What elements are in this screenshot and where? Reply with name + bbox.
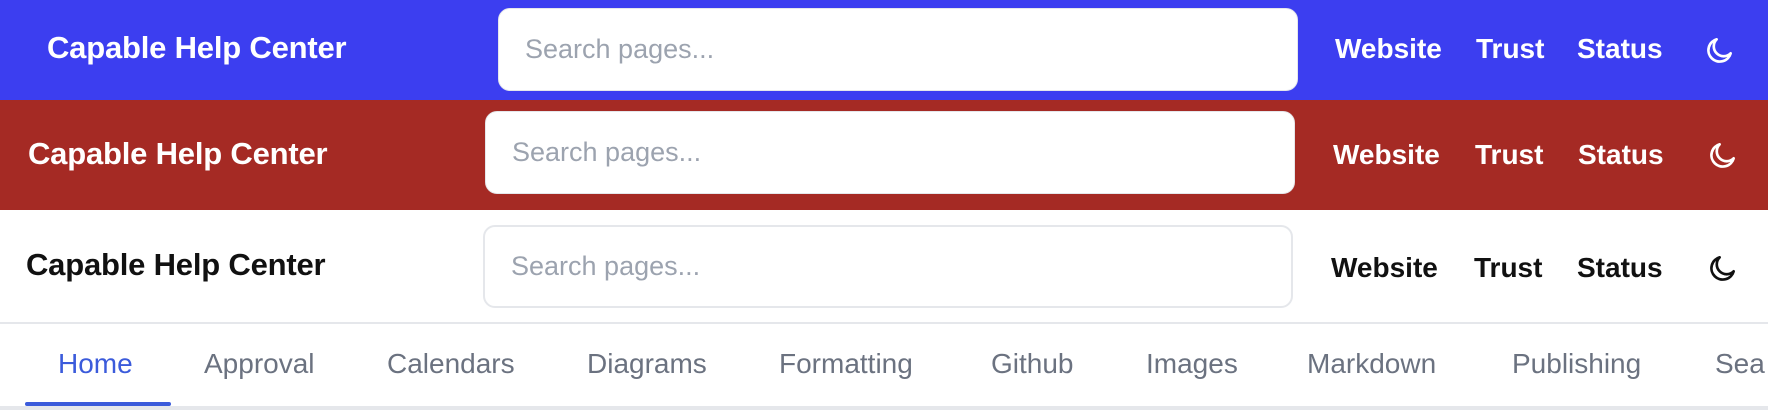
brand-title[interactable]: Capable Help Center xyxy=(26,247,326,283)
tab-search-partial[interactable]: Sea xyxy=(1715,348,1765,380)
nav-link-trust[interactable]: Trust xyxy=(1474,252,1542,284)
brand-title[interactable]: Capable Help Center xyxy=(28,136,328,172)
theme-toggle-button[interactable] xyxy=(1706,138,1740,172)
tab-formatting[interactable]: Formatting xyxy=(779,348,913,380)
nav-link-status[interactable]: Status xyxy=(1577,252,1663,284)
nav-link-website[interactable]: Website xyxy=(1335,33,1442,65)
search-input[interactable] xyxy=(483,225,1293,308)
header-blue: Capable Help Center Website Trust Status xyxy=(0,0,1768,100)
tab-calendars[interactable]: Calendars xyxy=(387,348,515,380)
tab-github[interactable]: Github xyxy=(991,348,1074,380)
search-input[interactable] xyxy=(485,111,1295,194)
theme-toggle-button[interactable] xyxy=(1703,33,1737,67)
moon-icon xyxy=(1710,255,1735,281)
tab-publishing[interactable]: Publishing xyxy=(1512,348,1641,380)
header-red: Capable Help Center Website Trust Status xyxy=(0,100,1768,210)
nav-link-status[interactable]: Status xyxy=(1578,139,1664,171)
active-tab-indicator xyxy=(25,402,171,406)
brand-title[interactable]: Capable Help Center xyxy=(47,30,347,66)
search-input[interactable] xyxy=(498,8,1298,91)
nav-link-trust[interactable]: Trust xyxy=(1476,33,1544,65)
tab-images[interactable]: Images xyxy=(1146,348,1238,380)
nav-link-website[interactable]: Website xyxy=(1333,139,1440,171)
theme-toggle-button[interactable] xyxy=(1706,251,1740,285)
tab-home[interactable]: Home xyxy=(58,348,133,380)
tab-markdown[interactable]: Markdown xyxy=(1307,348,1436,380)
moon-icon xyxy=(1710,143,1735,168)
nav-link-trust[interactable]: Trust xyxy=(1475,139,1543,171)
nav-link-status[interactable]: Status xyxy=(1577,33,1663,65)
tab-bar: Home Approval Calendars Diagrams Formatt… xyxy=(0,324,1768,410)
moon-icon xyxy=(1707,38,1732,63)
tab-approval[interactable]: Approval xyxy=(204,348,315,380)
nav-link-website[interactable]: Website xyxy=(1331,252,1438,284)
header-white: Capable Help Center Website Trust Status xyxy=(0,210,1768,324)
tab-diagrams[interactable]: Diagrams xyxy=(587,348,707,380)
